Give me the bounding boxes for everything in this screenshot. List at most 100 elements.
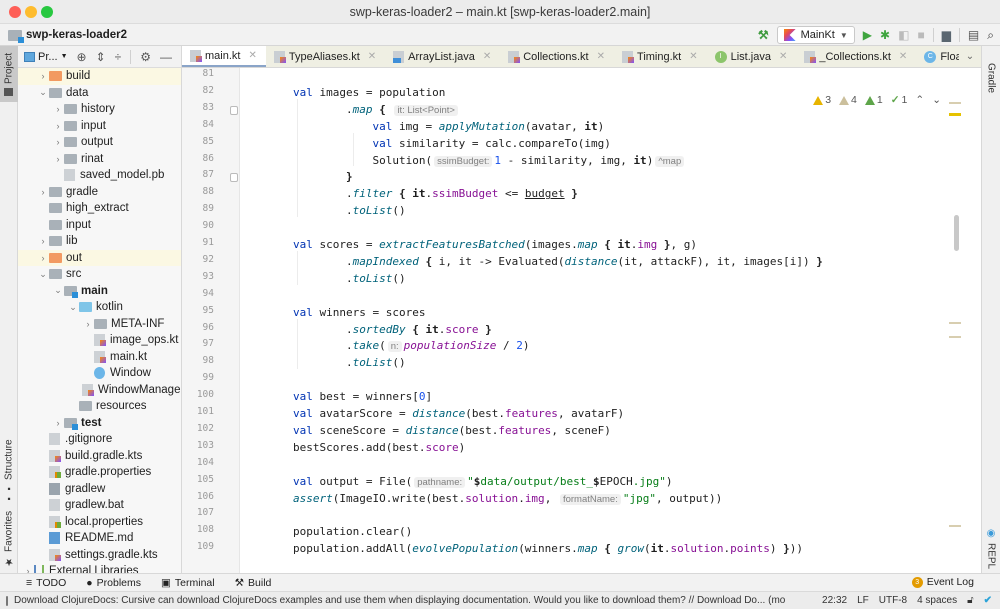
close-window-button[interactable] (9, 6, 21, 18)
locate-file-icon[interactable]: ⊕ (77, 50, 87, 64)
tool-button-todo[interactable]: ≡ TODO (26, 577, 66, 589)
tool-button-problems[interactable]: ● Problems (86, 577, 141, 589)
warnings-count[interactable]: 3 (813, 94, 831, 106)
chevron-right-icon[interactable]: › (52, 121, 64, 131)
error-stripe-mark[interactable] (949, 113, 961, 116)
close-tab-icon[interactable]: ✕ (779, 51, 787, 62)
tree-item[interactable]: › gradle (18, 184, 181, 201)
tree-item[interactable]: settings.gradle.kts (18, 547, 181, 564)
error-stripe-mark[interactable] (949, 336, 961, 338)
tool-tab-favorites[interactable]: ★ Favorites (0, 508, 18, 570)
tree-item[interactable]: gradlew (18, 481, 181, 498)
tree-item[interactable]: resources (18, 398, 181, 415)
next-highlight-icon[interactable]: ⌄ (932, 94, 941, 106)
scrollbar-thumb[interactable] (954, 215, 959, 251)
chevron-right-icon[interactable]: › (52, 154, 64, 164)
tree-item[interactable]: ⌄ main (18, 283, 181, 300)
tree-item[interactable]: › input (18, 118, 181, 135)
line-number[interactable]: 86 (182, 153, 214, 164)
line-number[interactable]: 91 (182, 237, 214, 248)
ok-count[interactable]: ✓ 1 (891, 94, 908, 106)
code-line[interactable]: val img = applyMutation(avatar, it) (293, 120, 604, 133)
error-stripe-mark[interactable] (949, 322, 961, 324)
collapse-all-icon[interactable]: ÷ (115, 50, 122, 64)
cursive-check-icon[interactable]: ✔ (984, 595, 992, 606)
code-line[interactable]: val images = population (293, 86, 445, 99)
chevron-right-icon[interactable]: › (52, 137, 64, 147)
typos-count[interactable]: 1 (864, 94, 883, 106)
event-log-button[interactable]: 3 Event Log (911, 576, 974, 588)
unlock-icon[interactable]: 🔓︎ (967, 595, 973, 606)
line-number[interactable]: 85 (182, 136, 214, 147)
previous-highlight-icon[interactable]: ⌃ (915, 94, 924, 106)
editor-scrollbar[interactable] (947, 90, 961, 573)
line-number[interactable]: 106 (182, 491, 214, 502)
line-number[interactable]: 108 (182, 524, 214, 535)
code-line[interactable]: val similarity = calc.compareTo(img) (293, 137, 610, 150)
build-hammer-icon[interactable]: ⚒ (758, 28, 769, 42)
line-number[interactable]: 98 (182, 355, 214, 366)
tree-item[interactable]: › META-INF (18, 316, 181, 333)
error-stripe-mark[interactable] (949, 102, 961, 104)
code-line[interactable]: val output = File(pathname: " $data/output… (293, 475, 672, 488)
tool-tab-gradle[interactable]: Gradle (982, 48, 1000, 108)
minimize-window-button[interactable] (25, 6, 37, 18)
close-tab-icon[interactable]: ✕ (368, 51, 376, 62)
line-number[interactable]: 103 (182, 440, 214, 451)
code-line[interactable]: .map { it: List<Point> (293, 103, 460, 116)
run-icon[interactable]: ▶ (863, 28, 872, 42)
run-anything-icon[interactable]: ▤ (968, 28, 979, 42)
line-number[interactable]: 88 (182, 186, 214, 197)
line-number[interactable]: 83 (182, 102, 214, 113)
more-tabs-chevron-icon[interactable]: ⌄ (959, 46, 981, 67)
code-line[interactable]: val avatarScore = distance(best.features… (293, 407, 624, 420)
close-tab-icon[interactable]: ✕ (689, 51, 697, 62)
tree-item[interactable]: main.kt (18, 349, 181, 366)
line-number[interactable]: 94 (182, 288, 214, 299)
line-number[interactable]: 82 (182, 85, 214, 96)
chevron-right-icon[interactable]: › (37, 253, 49, 263)
error-stripe-mark[interactable] (949, 525, 961, 527)
tree-item[interactable]: saved_model.pb (18, 167, 181, 184)
close-tab-icon[interactable]: ✕ (483, 51, 491, 62)
code-line[interactable]: val scores = extractFeaturesBatched(imag… (293, 238, 697, 251)
tree-item[interactable]: ⌄ kotlin (18, 299, 181, 316)
editor-tab[interactable]: TypeAliases.kt ✕ (266, 46, 385, 67)
editor-tab[interactable]: Collections.kt ✕ (500, 46, 614, 67)
stop-icon[interactable]: ■ (917, 28, 924, 42)
tree-item[interactable]: › test (18, 415, 181, 432)
tree-item[interactable]: WindowManager (18, 382, 181, 399)
editor-tab[interactable]: I List.java ✕ (707, 46, 797, 67)
tree-item[interactable]: › out (18, 249, 181, 266)
tree-item[interactable]: › rinat (18, 151, 181, 168)
chevron-right-icon[interactable]: › (52, 418, 64, 428)
line-number[interactable]: 84 (182, 119, 214, 130)
breadcrumb-project[interactable]: swp-keras-loader2 (8, 27, 127, 43)
line-number[interactable]: 96 (182, 322, 214, 333)
tree-item[interactable]: › lib (18, 233, 181, 250)
line-number[interactable]: 90 (182, 220, 214, 231)
code-line[interactable]: population.addAll(evolvePopulation(winne… (293, 542, 803, 555)
tree-item[interactable]: local.properties (18, 514, 181, 531)
line-number[interactable]: 92 (182, 254, 214, 265)
tool-windows-toggle-icon[interactable] (6, 595, 8, 606)
code-line[interactable]: val winners = scores (293, 306, 425, 319)
project-view-selector[interactable]: Pr... ▼ (24, 51, 68, 63)
gear-icon[interactable]: ⚙ (140, 50, 151, 64)
chevron-down-icon[interactable]: ⌄ (37, 269, 49, 280)
code-line[interactable]: val sceneScore = distance(best.features,… (293, 424, 611, 437)
search-icon[interactable]: ⌕ (987, 28, 994, 42)
code-line[interactable]: .toList() (293, 272, 406, 285)
chevron-down-icon[interactable]: ⌄ (67, 302, 79, 313)
chevron-right-icon[interactable]: › (37, 187, 49, 197)
status-message[interactable]: Download ClojureDocs: Cursive can downlo… (6, 595, 786, 606)
code-line[interactable]: .mapIndexed { i, it -> Evaluated(distanc… (293, 255, 823, 268)
line-number[interactable]: 104 (182, 457, 214, 468)
line-number[interactable]: 87 (182, 169, 214, 180)
code-line[interactable]: population.clear() (293, 525, 412, 538)
expand-all-icon[interactable]: ⇕ (96, 50, 106, 64)
tree-item[interactable]: high_extract (18, 200, 181, 217)
tree-item[interactable]: › output (18, 134, 181, 151)
fold-toggle-icon[interactable] (230, 173, 238, 183)
code-line[interactable]: assert(ImageIO.write(best.solution.img , … (293, 492, 722, 505)
